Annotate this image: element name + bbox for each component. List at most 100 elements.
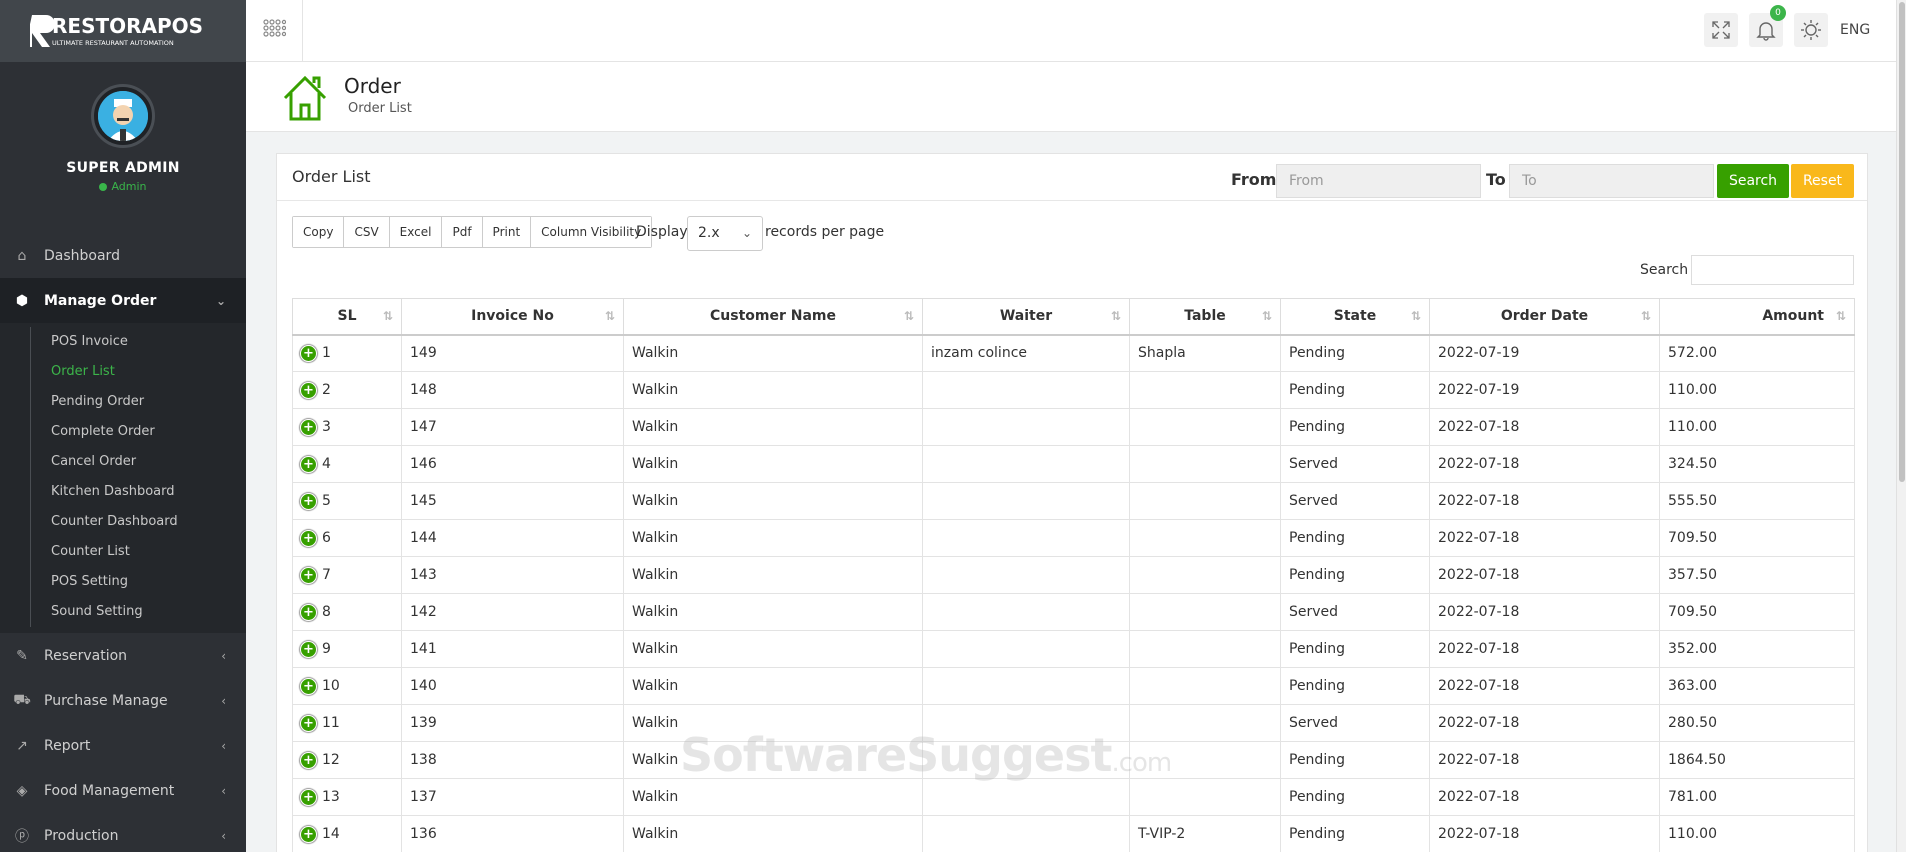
reset-button[interactable]: Reset xyxy=(1791,164,1854,198)
column-header-amount[interactable]: Amount ⇅ xyxy=(1659,298,1855,336)
table-row[interactable]: +14 136 Walkin T-VIP-2 Pending 2022-07-18 110.… xyxy=(292,815,1855,852)
expand-row-icon[interactable]: + xyxy=(301,678,316,694)
theme-toggle-button[interactable] xyxy=(1794,13,1828,47)
cell-state: Pending xyxy=(1280,778,1430,816)
table-row[interactable]: +4 146 Walkin Served 2022-07-18 324.50 xyxy=(292,445,1855,483)
bell-icon xyxy=(1756,22,1776,41)
expand-row-icon[interactable]: + xyxy=(301,715,316,731)
expand-row-icon[interactable]: + xyxy=(301,530,316,546)
sidebar-subitem-pos-setting[interactable]: POS Setting xyxy=(30,567,246,597)
scrollbar-thumb[interactable] xyxy=(1899,2,1905,482)
column-header-customer-name[interactable]: Customer Name ⇅ xyxy=(623,298,923,336)
sidebar-subitem-pos-invoice[interactable]: POS Invoice xyxy=(30,327,246,357)
cell-amount: 110.00 xyxy=(1659,408,1855,446)
brand-logo[interactable]: RESTORAPOS ULTIMATE RESTAURANT AUTOMATIO… xyxy=(0,0,246,62)
search-button[interactable]: Search xyxy=(1717,164,1789,198)
cell-amount: 555.50 xyxy=(1659,482,1855,520)
table-row[interactable]: +5 145 Walkin Served 2022-07-18 555.50 xyxy=(292,482,1855,520)
notifications-button[interactable]: 0 xyxy=(1749,5,1786,47)
expand-row-icon[interactable]: + xyxy=(301,641,316,657)
table-search-input[interactable] xyxy=(1691,255,1854,285)
column-header-waiter[interactable]: Waiter ⇅ xyxy=(922,298,1130,336)
page-title: Order xyxy=(344,74,401,98)
column-header-invoice-no[interactable]: Invoice No ⇅ xyxy=(401,298,624,336)
column-header-table[interactable]: Table ⇅ xyxy=(1129,298,1281,336)
expand-row-icon[interactable]: + xyxy=(301,604,316,620)
sidebar-subitem-counter-list[interactable]: Counter List xyxy=(30,537,246,567)
expand-row-icon[interactable]: + xyxy=(301,493,316,509)
expand-row-icon[interactable]: + xyxy=(301,752,316,768)
expand-row-icon[interactable]: + xyxy=(301,826,316,842)
cell-sl: +10 xyxy=(292,667,402,705)
sidebar-item-report[interactable]: ↗ Report ‹ xyxy=(0,723,246,768)
cell-customer-name: Walkin xyxy=(623,667,923,705)
table-row[interactable]: +13 137 Walkin Pending 2022-07-18 781.00 xyxy=(292,778,1855,816)
table-row[interactable]: +1 149 Walkin inzam colince Shapla Pending 202… xyxy=(292,334,1855,372)
sidebar-subitem-kitchen-dashboard[interactable]: Kitchen Dashboard xyxy=(30,477,246,507)
user-profile: SUPER ADMIN Admin xyxy=(0,62,246,233)
cell-order-date: 2022-07-18 xyxy=(1429,519,1660,557)
expand-row-icon[interactable]: + xyxy=(301,419,316,435)
copy-button[interactable]: Copy xyxy=(293,217,345,247)
column-visibility-button[interactable]: Column Visibility xyxy=(531,217,652,247)
cell-amount: 280.50 xyxy=(1659,704,1855,742)
expand-row-icon[interactable]: + xyxy=(301,567,316,583)
sort-icon: ⇅ xyxy=(903,309,914,323)
chevron-left-icon: ‹ xyxy=(221,783,226,798)
sidebar-subitem-pending-order[interactable]: Pending Order xyxy=(30,387,246,417)
sidebar-subitem-order-list[interactable]: Order List xyxy=(30,357,246,387)
table-row[interactable]: +11 139 Walkin Served 2022-07-18 280.50 xyxy=(292,704,1855,742)
csv-button[interactable]: CSV xyxy=(344,217,390,247)
column-header-order-date[interactable]: Order Date ⇅ xyxy=(1429,298,1660,336)
cell-state: Served xyxy=(1280,482,1430,520)
apps-grid-icon[interactable] xyxy=(262,18,287,42)
brand-tagline: ULTIMATE RESTAURANT AUTOMATION xyxy=(52,39,174,47)
table-row[interactable]: +2 148 Walkin Pending 2022-07-19 110.00 xyxy=(292,371,1855,409)
table-row[interactable]: +8 142 Walkin Served 2022-07-18 709.50 xyxy=(292,593,1855,631)
fullscreen-button[interactable] xyxy=(1704,13,1738,47)
cell-sl: +12 xyxy=(292,741,402,779)
order-list-card: Order List From To Search Reset Copy CSV… xyxy=(276,153,1868,852)
brand-name: RESTORAPOS xyxy=(52,14,203,38)
cell-amount: 357.50 xyxy=(1659,556,1855,594)
sidebar-item-production[interactable]: ⓟ Production ‹ xyxy=(0,813,246,852)
language-selector[interactable]: ENG xyxy=(1840,22,1870,38)
column-header-state[interactable]: State ⇅ xyxy=(1280,298,1430,336)
page-scrollbar[interactable] xyxy=(1896,0,1906,852)
sidebar-subitem-complete-order[interactable]: Complete Order xyxy=(30,417,246,447)
from-date-input[interactable] xyxy=(1276,164,1481,198)
cell-sl: +5 xyxy=(292,482,402,520)
page-length-select[interactable]: 2.x ⌄ xyxy=(687,216,763,251)
table-row[interactable]: +6 144 Walkin Pending 2022-07-18 709.50 xyxy=(292,519,1855,557)
profile-name: SUPER ADMIN xyxy=(66,160,180,176)
table-row[interactable]: +3 147 Walkin Pending 2022-07-18 110.00 xyxy=(292,408,1855,446)
table-row[interactable]: +10 140 Walkin Pending 2022-07-18 363.00 xyxy=(292,667,1855,705)
sidebar-item-purchase-manage[interactable]: ⛟ Purchase Manage ‹ xyxy=(0,678,246,723)
expand-row-icon[interactable]: + xyxy=(301,456,316,472)
to-date-input[interactable] xyxy=(1509,164,1714,198)
sidebar-subitem-counter-dashboard[interactable]: Counter Dashboard xyxy=(30,507,246,537)
column-header-sl[interactable]: SL ⇅ xyxy=(292,298,402,336)
avatar[interactable] xyxy=(91,84,155,148)
sidebar-subitem-sound-setting[interactable]: Sound Setting xyxy=(30,597,246,627)
sidebar-item-food-management[interactable]: ◈ Food Management ‹ xyxy=(0,768,246,813)
expand-row-icon[interactable]: + xyxy=(301,345,316,361)
cell-invoice-no: 139 xyxy=(401,704,624,742)
sidebar-subitem-cancel-order[interactable]: Cancel Order xyxy=(30,447,246,477)
table-search-label: Search xyxy=(1640,262,1689,278)
expand-row-icon[interactable]: + xyxy=(301,382,316,398)
expand-row-icon[interactable]: + xyxy=(301,789,316,805)
cell-waiter xyxy=(922,593,1130,631)
table-row[interactable]: +9 141 Walkin Pending 2022-07-18 352.00 xyxy=(292,630,1855,668)
sidebar-item-manage-order[interactable]: ⬢ Manage Order ⌄ xyxy=(0,278,246,323)
print-button[interactable]: Print xyxy=(482,217,532,247)
pdf-button[interactable]: Pdf xyxy=(442,217,483,247)
excel-button[interactable]: Excel xyxy=(389,217,443,247)
table-row[interactable]: +12 138 Walkin Pending 2022-07-18 1864.50 xyxy=(292,741,1855,779)
cell-table xyxy=(1129,556,1281,594)
tag-icon: ✎ xyxy=(16,647,28,664)
sidebar-item-reservation[interactable]: ✎ Reservation ‹ xyxy=(0,633,246,678)
cell-waiter xyxy=(922,445,1130,483)
table-row[interactable]: +7 143 Walkin Pending 2022-07-18 357.50 xyxy=(292,556,1855,594)
sidebar-item-dashboard[interactable]: ⌂ Dashboard xyxy=(0,233,246,278)
